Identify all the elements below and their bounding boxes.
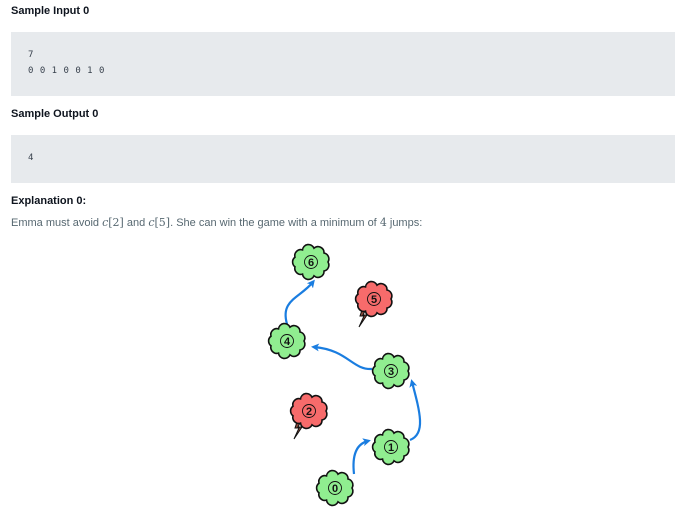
safe-cloud: 6 [291, 243, 330, 281]
cloud-label: 0 [332, 483, 338, 495]
safe-cloud: 3 [371, 352, 410, 390]
jump-arrow [409, 379, 422, 442]
cloud-label: 1 [388, 442, 394, 454]
jump-arrow [284, 279, 315, 325]
safe-cloud: 4 [267, 322, 306, 360]
safe-cloud: 0 [315, 469, 354, 507]
cloud-label: 5 [371, 294, 377, 306]
cloud-label: 6 [308, 257, 314, 269]
thunder-cloud: 5 [354, 280, 393, 328]
jump-arrow [352, 438, 371, 475]
safe-cloud: 1 [371, 428, 410, 466]
jump-arrow [311, 343, 373, 371]
cloud-label: 4 [284, 336, 291, 348]
cloud-jump-diagram: 6 5 4 3 2 1 0 [267, 243, 422, 507]
thunder-cloud: 2 [289, 392, 328, 440]
cloud-label: 2 [306, 406, 312, 418]
cloud-label: 3 [388, 366, 394, 378]
